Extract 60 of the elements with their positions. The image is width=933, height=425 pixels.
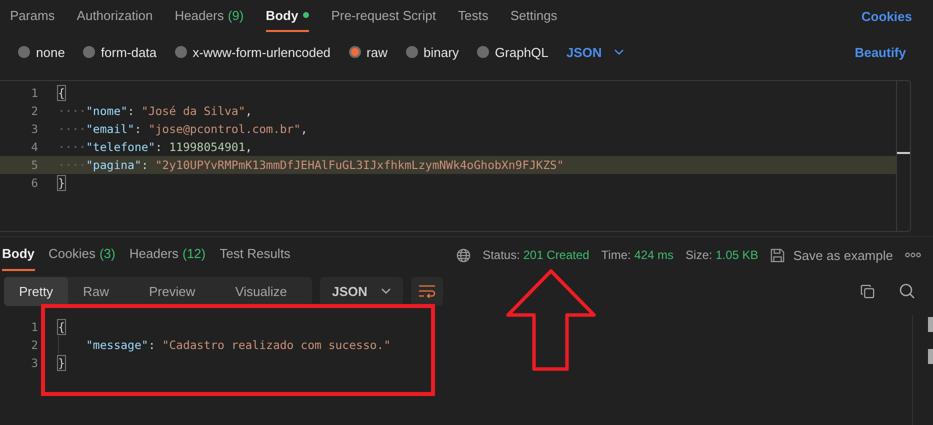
- body-type-radio[interactable]: form-data: [82, 44, 157, 60]
- scroll-marker: [897, 152, 910, 154]
- scroll-marker: [928, 349, 933, 364]
- request-tab[interactable]: Pre-request Script: [331, 0, 436, 32]
- view-tab[interactable]: Visualize: [220, 276, 302, 306]
- line-number: 2: [30, 338, 38, 352]
- code-line: }: [58, 356, 65, 370]
- line-number: 5: [30, 158, 38, 172]
- response-tab[interactable]: Headers (12): [129, 237, 206, 271]
- more-icon[interactable]: [905, 252, 921, 258]
- beautify-link[interactable]: Beautify: [854, 44, 906, 60]
- status-text: Status: 201 Created: [482, 248, 590, 262]
- view-tab[interactable]: Pretty: [4, 276, 68, 306]
- request-tab[interactable]: Authorization: [76, 0, 153, 32]
- line-number: 6: [30, 176, 38, 190]
- globe-icon[interactable]: [456, 248, 471, 262]
- copy-icon[interactable]: [860, 284, 875, 298]
- view-tab[interactable]: Preview: [134, 276, 210, 306]
- code-line: "message": "Cadastro realizado com sucesso.": [58, 336, 391, 354]
- body-type-radio[interactable]: GraphQL: [476, 44, 548, 60]
- time-text: Time: 424 ms: [601, 248, 674, 262]
- request-tab[interactable]: Settings: [510, 0, 558, 32]
- response-tab[interactable]: Body: [2, 237, 34, 271]
- body-type-radio[interactable]: none: [18, 44, 65, 60]
- response-tab[interactable]: Cookies (3): [48, 237, 116, 271]
- request-tab[interactable]: Headers (9): [174, 0, 244, 32]
- save-example-button[interactable]: Save as example: [770, 248, 893, 262]
- line-number: 3: [30, 356, 38, 370]
- search-icon[interactable]: [899, 283, 915, 299]
- code-line: "pagina": "2y10UPYvRMPmK13mmDfJEHAlFuGL3IJxfhkmLzymNWk4oGhobXn9FJKZS": [58, 158, 564, 172]
- code-line: "email": "jose@pcontrol.com.br",: [58, 122, 308, 136]
- response-tab[interactable]: Test Results: [220, 237, 290, 271]
- wrap-lines-button[interactable]: [411, 276, 444, 306]
- format-dropdown[interactable]: JSON: [566, 44, 624, 60]
- line-number: 3: [30, 122, 38, 136]
- code-line: {: [58, 86, 65, 100]
- cookies-link[interactable]: Cookies: [861, 8, 912, 24]
- wrap-lines-icon: [418, 284, 436, 298]
- floppy-disk-icon: [770, 248, 786, 262]
- code-line: }: [58, 176, 65, 190]
- request-tab[interactable]: Tests: [458, 0, 488, 32]
- line-number: 4: [30, 140, 38, 154]
- body-type-radio[interactable]: raw: [348, 44, 388, 60]
- code-line: {: [58, 320, 65, 334]
- body-type-radio[interactable]: x-www-form-urlencoded: [174, 44, 331, 60]
- format-dropdown[interactable]: JSON: [320, 276, 404, 306]
- request-tab[interactable]: Body: [266, 0, 310, 32]
- size-text: Size: 1.05 KB: [686, 248, 758, 262]
- line-number: 1: [30, 320, 38, 334]
- line-number: 1: [30, 86, 38, 100]
- line-number: 2: [30, 104, 38, 118]
- view-tab[interactable]: Raw: [68, 276, 124, 306]
- scroll-marker: [928, 317, 933, 332]
- caret-icon: [614, 49, 624, 55]
- code-line: "telefone": 11998054901,: [58, 140, 252, 154]
- code-editor[interactable]: 1 { 2 "nome": "José da Silva", 3 "email": "jose@pcontrol.com.br", 4 "telefone": 11998054901, 5 "pagina": "2y10UPYvRMPmK13mmDfJEHAlFuGL3IJxfhkmLzymNWk4oGhobXn9FJKZS" 6 }: [0, 80, 911, 232]
- caret-icon: [381, 288, 392, 294]
- body-type-radio[interactable]: binary: [406, 44, 459, 60]
- request-tab[interactable]: Params: [10, 0, 55, 32]
- code-line: "nome": "José da Silva",: [58, 104, 252, 118]
